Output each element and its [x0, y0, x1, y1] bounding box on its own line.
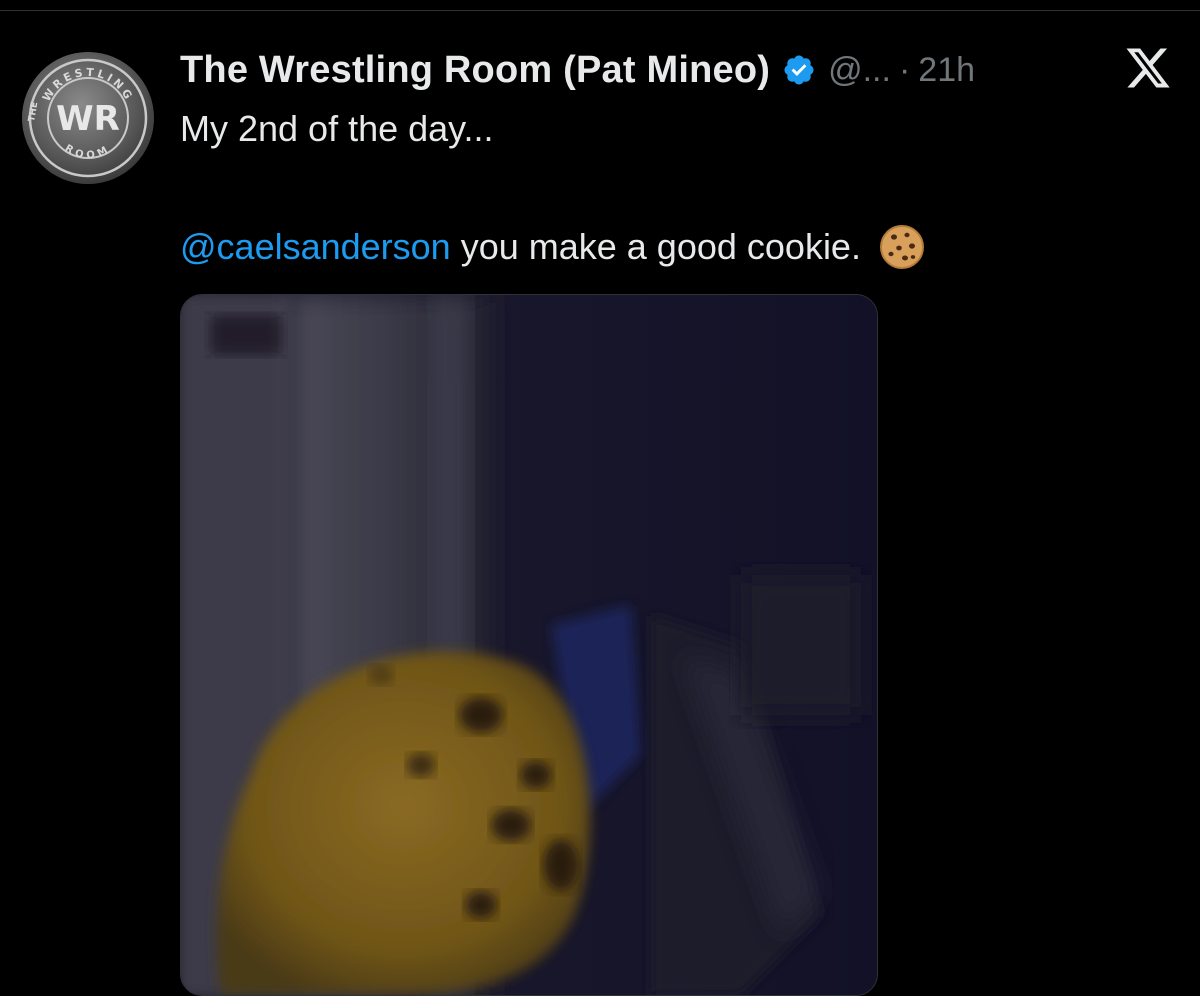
verified-badge-icon[interactable] [782, 53, 816, 87]
separator-dot: · [898, 50, 911, 89]
display-name[interactable]: The Wrestling Room (Pat Mineo) [180, 49, 770, 92]
tweet: WRESTLING ROOM THE WR The Wrestling Room… [0, 0, 1200, 996]
cookie-icon [879, 225, 924, 269]
tweet-text-line-2: @caelsanderson you make a good cookie. [180, 224, 925, 270]
mention-link[interactable]: @caelsanderson [180, 226, 451, 268]
timestamp[interactable]: 21h [918, 51, 975, 90]
tweet-text-rest: you make a good cookie. [450, 226, 861, 267]
x-logo-icon[interactable] [1124, 44, 1172, 92]
tweet-media-video[interactable] [180, 294, 878, 996]
tweet-header: The Wrestling Room (Pat Mineo) @... · 21… [180, 40, 975, 100]
tweet-text-line-1: My 2nd of the day... [180, 108, 494, 149]
avatar[interactable]: WRESTLING ROOM THE WR [22, 52, 154, 184]
handle[interactable]: @... [828, 51, 891, 90]
avatar-logo-letters: WR [56, 99, 120, 139]
